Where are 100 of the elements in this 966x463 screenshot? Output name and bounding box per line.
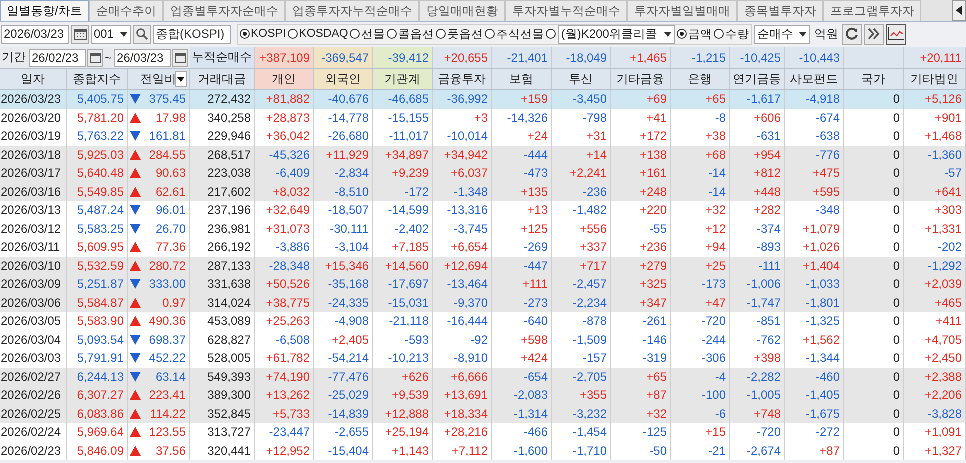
table-cell: -1,710 [552, 442, 611, 460]
summary-cell: -39,412 [373, 47, 433, 68]
period-label: 기간 [1, 49, 27, 66]
table-cell: 280.72 [149, 258, 186, 273]
table-cell: 161.81 [149, 129, 186, 144]
calendar-icon [174, 52, 186, 62]
column-header: 전일비 [128, 69, 190, 89]
table-cell: +1,327 [904, 442, 966, 460]
table-cell: 0 [844, 442, 904, 460]
line-chart-icon [888, 27, 904, 41]
table-cell: 284.55 [149, 148, 186, 162]
table-cell: 5,846.09 [67, 442, 128, 460]
tab[interactable]: 프로그램투자자 [823, 0, 922, 21]
table-cell: 698.37 [149, 332, 186, 347]
calendar-button[interactable] [172, 48, 188, 66]
caret-icon [664, 32, 672, 36]
refresh-icon [845, 27, 860, 41]
column-header: 개인 [255, 69, 314, 89]
summary-label: 누적순매수 [190, 47, 255, 68]
end-date-field[interactable]: 26/03/23 [114, 48, 172, 66]
column-header: 투신 [552, 69, 611, 89]
column-header: 연기금등 [730, 69, 785, 89]
table-cell: 0.97 [162, 296, 186, 310]
tab[interactable]: 업종투자자누적순매수 [285, 0, 420, 21]
scroll-left-button[interactable] [952, 0, 966, 21]
market-radio[interactable]: KOSPI [240, 28, 286, 40]
refresh-button[interactable] [842, 24, 862, 44]
left-triangle-icon [956, 6, 962, 15]
unit-radio[interactable]: 금액 [677, 26, 712, 42]
summary-cell: +387,109 [255, 47, 314, 68]
summary-cell: -10,425 [730, 47, 785, 68]
table-cell: +87 [785, 442, 844, 460]
table-cell: 37.56 [156, 444, 186, 458]
table-cell: 375.45 [149, 92, 186, 106]
column-header: 기타법인 [904, 69, 966, 89]
table-cell: -21 [671, 442, 730, 460]
column-header: 기타금융 [611, 69, 671, 89]
market-radio[interactable]: 풋옵션 [436, 26, 484, 42]
tab[interactable]: 투자자별일별매매 [627, 0, 738, 21]
search-icon [136, 28, 148, 40]
trade-type-dropdown[interactable]: 순매수 [754, 24, 810, 44]
summary-cell: -21,401 [492, 47, 552, 68]
table-cell: -1,600 [492, 442, 552, 460]
tab[interactable]: 투자자별누적순매수 [505, 0, 628, 21]
table-cell: 62.61 [156, 184, 186, 199]
code-dropdown[interactable]: 001 [91, 24, 131, 44]
tab[interactable]: 순매수추이 [89, 0, 164, 21]
caret-icon [177, 76, 185, 82]
table-cell: +12,952 [255, 442, 314, 460]
search-button[interactable] [133, 24, 151, 44]
double-chevron-icon [868, 28, 880, 40]
table-cell: 2026/02/23 [0, 442, 67, 460]
table-cell: 452.22 [149, 351, 186, 366]
column-header: 보험 [492, 69, 552, 89]
table-cell: 223.41 [149, 388, 186, 402]
date-field[interactable]: 2026/03/23 [1, 24, 69, 44]
summary-cell: +20,655 [433, 47, 492, 68]
column-header: 외국인 [314, 69, 373, 89]
summary-cell: -10,443 [785, 47, 844, 68]
weekly-option-radio[interactable] [546, 29, 556, 39]
table-cell: -50 [611, 442, 671, 460]
column-header: 국가 [844, 69, 904, 89]
market-radio[interactable]: 콜옵션 [387, 26, 434, 42]
market-radio[interactable]: KOSDAQ [288, 28, 348, 40]
column-menu-button[interactable] [175, 71, 187, 87]
column-header: 기관계 [373, 69, 433, 89]
expand-button[interactable] [864, 24, 884, 44]
market-name-field[interactable]: 종합(KOSPI) [153, 24, 231, 44]
table-cell: 17.98 [156, 110, 186, 125]
summary-cell: +20,111 [904, 47, 966, 68]
tab[interactable]: 업종별투자자순매수 [163, 0, 286, 21]
tab[interactable]: 일별동향/차트 [0, 0, 90, 21]
table-cell: 63.14 [156, 370, 186, 384]
summary-cell: -1,215 [671, 47, 730, 68]
chart-button[interactable] [886, 24, 906, 44]
unit-label: 억원 [814, 26, 838, 42]
column-header: 일자 [0, 69, 67, 89]
tab[interactable]: 종목별투자자 [737, 0, 824, 21]
column-header: 종합지수 [67, 69, 128, 89]
table-cell: +7,112 [433, 442, 492, 460]
calendar-button[interactable] [71, 24, 89, 44]
column-header: 은행 [671, 69, 730, 89]
unit-radio[interactable]: 수량 [714, 26, 750, 42]
column-header: 사모펀드 [785, 69, 844, 89]
table-cell: 123.55 [149, 425, 186, 440]
summary-cell: -369,547 [314, 47, 373, 68]
weekly-option-dropdown[interactable]: (월)K200위클리콜 [558, 24, 676, 44]
table-cell: -2,674 [730, 442, 785, 460]
table-cell: 490.36 [149, 314, 186, 328]
market-radio[interactable]: 주식선물 [485, 26, 544, 42]
calendar-button[interactable] [87, 48, 103, 66]
table-cell: 77.36 [156, 240, 186, 254]
table-cell: 26.70 [156, 222, 186, 236]
table-cell: 96.01 [156, 203, 186, 218]
table-cell: 320,441 [190, 442, 255, 460]
summary-cell: -18,049 [552, 47, 611, 68]
market-radio[interactable]: 선물 [350, 26, 386, 42]
tab[interactable]: 당일매매현황 [419, 0, 506, 21]
start-date-field[interactable]: 26/02/23 [29, 48, 86, 66]
table-cell: 114.22 [150, 406, 186, 421]
